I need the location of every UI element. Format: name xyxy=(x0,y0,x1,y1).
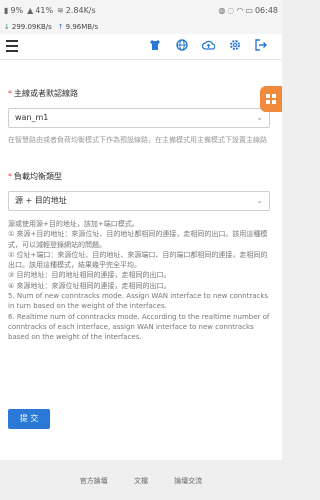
floating-menu-button[interactable] xyxy=(260,86,282,112)
wifi-icon: ≋ xyxy=(57,5,64,15)
required-mark: * xyxy=(8,89,12,98)
desc-line: 6. Realtime num of conntracks mode. Acco… xyxy=(8,312,270,342)
logout-icon[interactable] xyxy=(254,39,268,53)
down-arrow-icon: ↓ xyxy=(4,23,10,31)
lb-type-description: 源或使用源+目的地址，該加+端口模式。 ① 來源+目的地址：來源位址、目的地址都… xyxy=(8,219,274,343)
desc-line: 源或使用源+目的地址，該加+端口模式。 xyxy=(8,220,139,228)
footer: 官方論壇 文檔 論壇交流 xyxy=(0,476,282,486)
desc-line: ① 來源+目的地址：來源位址、目的地址都相同的連接，走相同的出口。該用這種模式，… xyxy=(8,230,268,249)
wifi-status-icon: ◠ xyxy=(236,5,244,15)
submit-button[interactable]: 提 交 xyxy=(8,409,50,429)
chevron-down-icon: ⌄ xyxy=(256,113,263,122)
footer-link-forum[interactable]: 官方論壇 xyxy=(80,477,108,485)
primary-line-hint: 在智慧路由或者負荷均衡模式下作為預設線路，在主備模式用主備模式下設置主線路 xyxy=(8,136,267,144)
settings-panel: * 主線或者默認線路 wan_m1 ⌄ 在智慧路由或者負荷均衡模式下作為預設線路，… xyxy=(0,60,282,460)
mute-icon: ◌ xyxy=(227,5,235,15)
bell-icon: ◍ xyxy=(218,5,226,15)
desc-line: ③ 目的地址：目的地址相同的連接，走相同的出口。 xyxy=(8,271,171,280)
primary-line-value: wan_m1 xyxy=(15,113,49,122)
footer-link-docs[interactable]: 文檔 xyxy=(134,477,148,485)
gear-icon[interactable] xyxy=(228,39,242,53)
primary-line-select[interactable]: wan_m1 ⌄ xyxy=(8,108,270,128)
desc-line: ④ 來源地址：來源位址相同的連接，走相同的出口。 xyxy=(8,281,171,290)
cloud-upload-icon[interactable] xyxy=(201,39,215,53)
app-toolbar xyxy=(0,34,282,60)
network-speed-row: ↓ 299.09KB/s ↑ 9.96MB/s xyxy=(0,20,282,34)
status-bar: ▮ 9% ▲ 41% ≋ 2.84K/s ◍ ◌ ◠ ▭ 06:48 xyxy=(0,0,282,20)
upload-speed: 9.96MB/s xyxy=(65,23,99,31)
lb-type-select[interactable]: 源 + 目的地址 ⌄ xyxy=(8,191,270,211)
globe-icon[interactable] xyxy=(175,39,189,53)
signal-icon: ▲ xyxy=(27,5,34,15)
signal-percent: 41% xyxy=(35,5,54,15)
battery-icon: ▭ xyxy=(245,5,253,15)
download-speed: 299.09KB/s xyxy=(11,23,52,31)
desc-line: ② 位址+端口：來源位址、目的地址、來源端口、目的端口都相同的連接，走相同的出口… xyxy=(8,250,268,270)
footer-link-community[interactable]: 論壇交流 xyxy=(174,477,202,485)
clock: 06:48 xyxy=(254,5,278,15)
primary-line-label: * 主線或者默認線路 xyxy=(8,89,78,98)
desc-line: 5. Num of new conntracks mode. Assign WA… xyxy=(8,292,269,311)
menu-icon[interactable] xyxy=(6,40,20,54)
lb-type-value: 源 + 目的地址 xyxy=(15,196,67,205)
sim-icon: ▮ xyxy=(4,5,9,15)
chevron-down-icon: ⌄ xyxy=(256,196,263,205)
lb-type-label: * 負載均衡類型 xyxy=(8,172,62,181)
speed-main: 2.84K/s xyxy=(65,5,96,15)
required-mark: * xyxy=(8,172,12,181)
shirt-icon[interactable] xyxy=(148,39,162,53)
up-arrow-icon: ↑ xyxy=(57,23,64,31)
battery-percent: 9% xyxy=(10,5,24,15)
